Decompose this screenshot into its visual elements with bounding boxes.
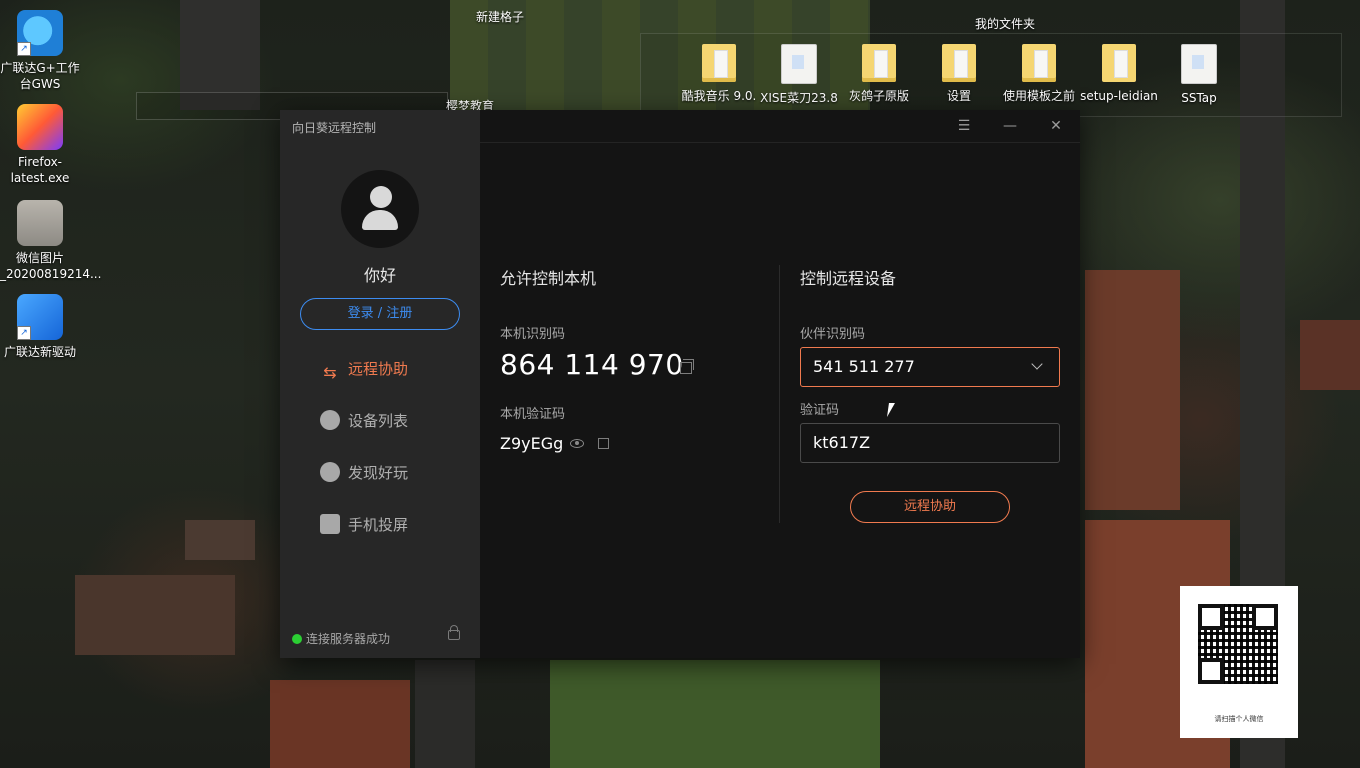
background-field-bottom [550, 660, 880, 768]
desktop-icon-label: Firefox-latest.exe [10, 155, 70, 185]
verify-code-value: kt617Z [813, 433, 871, 452]
sunlogin-window: 你好 登录 / 注册 ⇆ 远程协助 设备列表 发现好玩 手机投屏 连接服务器成功 … [280, 110, 1080, 658]
nav-item-remote-assist[interactable]: ⇆ 远程协助 [320, 356, 470, 382]
device-list-icon [320, 410, 340, 430]
connection-status: 连接服务器成功 [292, 630, 390, 647]
desktop-icon-label: 广联达新驱动 [3, 345, 76, 359]
partner-id-value: 541 511 277 [813, 357, 915, 376]
connection-status-text: 连接服务器成功 [306, 632, 391, 646]
copy-icon[interactable] [680, 359, 694, 374]
folder-label: SSTap [1181, 91, 1217, 105]
folder-item[interactable]: 使用模板之前 [999, 44, 1079, 104]
shortcut-arrow-icon: ↗ [17, 326, 31, 340]
background-roof [270, 680, 410, 768]
fence-title-right[interactable]: 我的文件夹 [975, 15, 1035, 32]
folder-item[interactable]: SSTap [1159, 44, 1239, 106]
folder-label: 使用模板之前 [1002, 89, 1075, 103]
desktop-icon-driver[interactable]: ↗ 广联达新驱动 [0, 294, 80, 360]
folder-item[interactable]: 酷我音乐 9.0. [679, 44, 759, 104]
local-code-label: 本机验证码 [500, 407, 566, 422]
partner-id-label: 伙伴识别码 [800, 327, 866, 342]
desktop-icon-firefox[interactable]: Firefox-latest.exe [0, 104, 80, 186]
qr-finder [1252, 604, 1278, 630]
user-icon-body [362, 210, 398, 230]
background-roof [1085, 270, 1180, 510]
status-dot [292, 634, 302, 644]
folder-item[interactable]: XISE菜刀23.8 [759, 44, 839, 106]
folder-label: XISE菜刀23.8 [760, 91, 838, 105]
remote-assist-icon: ⇆ [323, 363, 337, 382]
folder-item[interactable]: 灰鸽子原版 [839, 44, 919, 104]
nav-item-discover[interactable]: 发现好玩 [320, 460, 470, 486]
chevron-down-icon[interactable] [1031, 358, 1043, 370]
edit-icon[interactable] [598, 438, 609, 449]
qr-code-card: 请扫描个人微信 [1180, 586, 1298, 738]
menu-button[interactable]: ☰ [950, 116, 978, 136]
qr-caption: 请扫描个人微信 [1214, 715, 1264, 723]
folder-icon [1102, 44, 1136, 82]
background-road-bottom [415, 660, 475, 768]
discover-icon [320, 462, 340, 482]
background-roof [185, 520, 255, 560]
desktop-icon-gws[interactable]: ↗ 广联达G+工作台GWS [0, 10, 80, 92]
qr-finder [1198, 658, 1224, 684]
nav-item-label: 手机投屏 [348, 516, 409, 534]
local-code-value: Z9yEGg [500, 434, 564, 453]
driver-icon: ↗ [17, 294, 63, 340]
minimize-button[interactable]: — [996, 116, 1024, 136]
verify-code-label: 验证码 [800, 403, 840, 418]
firefox-icon [17, 104, 63, 150]
sidebar: 你好 登录 / 注册 ⇆ 远程协助 设备列表 发现好玩 手机投屏 连接服务器成功 [280, 110, 480, 658]
local-id-value: 864 114 970 [500, 348, 684, 381]
close-button[interactable]: ✕ [1042, 116, 1070, 136]
folder-label: 酷我音乐 9.0. [681, 89, 757, 103]
partner-id-input[interactable]: 541 511 277 [800, 347, 1060, 387]
gws-icon: ↗ [17, 10, 63, 56]
nav-item-device-list[interactable]: 设备列表 [320, 408, 470, 434]
shortcut-arrow-icon: ↗ [17, 42, 31, 56]
nav-item-label: 发现好玩 [348, 464, 409, 482]
file-icon [781, 44, 817, 84]
control-remote-title: 控制远程设备 [800, 269, 897, 288]
desktop-icon-wechat-image[interactable]: 微信图片_20200819214... [0, 200, 102, 282]
nav-item-label: 设备列表 [348, 412, 409, 430]
allow-control-title: 允许控制本机 [500, 269, 597, 288]
fence-title-left[interactable]: 新建格子 [476, 8, 524, 25]
file-icon [1181, 44, 1217, 84]
verify-code-input[interactable]: kt617Z [800, 423, 1060, 463]
folder-icon [702, 44, 736, 82]
folder-label: 设置 [946, 89, 971, 103]
folder-icon [862, 44, 896, 82]
user-icon [370, 186, 392, 208]
title-divider [480, 142, 1080, 143]
eye-icon[interactable] [570, 439, 584, 448]
background-roof [75, 575, 235, 655]
nav-item-label: 远程协助 [348, 360, 409, 378]
background-roof [1300, 320, 1360, 390]
local-id-label: 本机识别码 [500, 327, 566, 342]
folder-label: 灰鸽子原版 [848, 89, 909, 103]
screen-cast-icon [320, 514, 340, 534]
desktop-icon-label: 微信图片_20200819214... [0, 251, 102, 281]
folder-icon [1022, 44, 1056, 82]
folder-label: setup-leidian [1080, 89, 1158, 103]
title-bar[interactable]: 向日葵远程控制 ☰ — ✕ [280, 110, 1080, 142]
remote-assist-button[interactable]: 远程协助 [850, 491, 1010, 523]
mouse-cursor-icon [887, 403, 901, 417]
panel-divider [779, 265, 780, 523]
login-register-button[interactable]: 登录 / 注册 [300, 298, 460, 330]
greeting: 你好 [363, 266, 396, 285]
desktop-icon-label: 广联达G+工作台GWS [0, 61, 80, 91]
avatar[interactable] [341, 170, 419, 248]
qr-finder [1198, 604, 1224, 630]
folder-icon [942, 44, 976, 82]
lock-icon[interactable] [448, 625, 460, 640]
window-title: 向日葵远程控制 [292, 121, 377, 135]
folder-item[interactable]: setup-leidian [1079, 44, 1159, 104]
image-file-icon [17, 200, 63, 246]
nav-item-screen-cast[interactable]: 手机投屏 [320, 512, 470, 538]
folder-item[interactable]: 设置 [919, 44, 999, 104]
